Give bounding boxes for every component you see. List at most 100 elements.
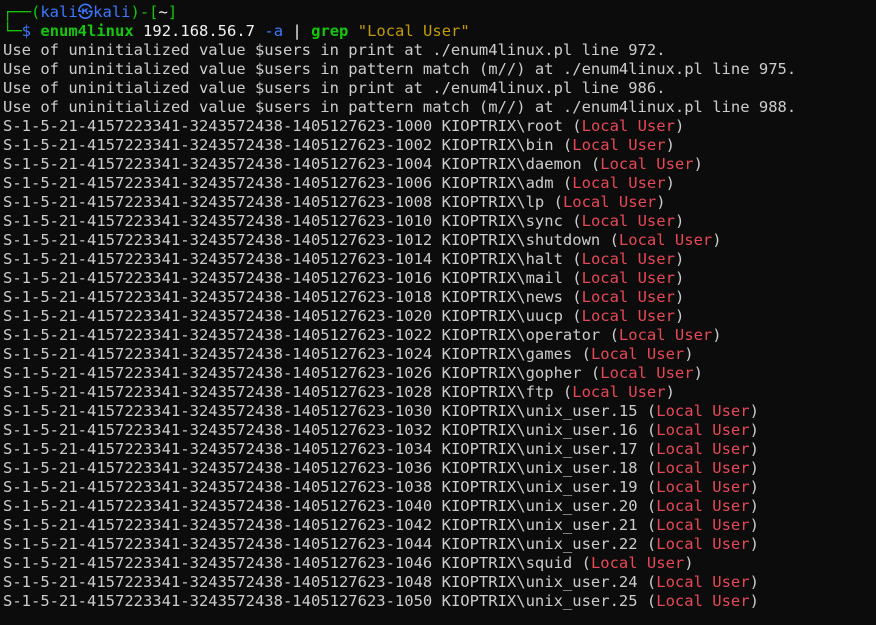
local-user-label: Local User [562, 193, 657, 211]
user-sid: S-1-5-21-4157223341-3243572438-140512762… [3, 478, 433, 496]
command-grep: grep [311, 22, 349, 40]
user-line: S-1-5-21-4157223341-3243572438-140512762… [3, 459, 759, 477]
terminal-window[interactable]: ┌──(kali㉿kali)-[~] └─$ enum4linux 192.16… [0, 0, 876, 625]
user-sid: S-1-5-21-4157223341-3243572438-140512762… [3, 212, 433, 230]
command-pipe: | [292, 22, 302, 40]
user-name: KIOPTRIX\sync [441, 212, 563, 230]
local-user-label: Local User [581, 307, 675, 325]
user-line: S-1-5-21-4157223341-3243572438-140512762… [3, 478, 759, 496]
local-user-label: Local User [656, 459, 750, 477]
user-name: KIOPTRIX\mail [441, 269, 563, 287]
user-sid: S-1-5-21-4157223341-3243572438-140512762… [3, 421, 433, 439]
user-sid: S-1-5-21-4157223341-3243572438-140512762… [3, 592, 433, 610]
user-name: KIOPTRIX\unix_user.22 [441, 535, 638, 553]
user-sid: S-1-5-21-4157223341-3243572438-140512762… [3, 193, 433, 211]
local-user-label: Local User [656, 516, 750, 534]
user-name: KIOPTRIX\unix_user.21 [441, 516, 638, 534]
local-user-label: Local User [600, 155, 694, 173]
local-user-label: Local User [581, 250, 675, 268]
user-output: S-1-5-21-4157223341-3243572438-140512762… [3, 117, 876, 611]
user-line: S-1-5-21-4157223341-3243572438-140512762… [3, 117, 685, 135]
local-user-label: Local User [590, 345, 685, 363]
user-sid: S-1-5-21-4157223341-3243572438-140512762… [3, 402, 433, 420]
command-grep-pattern: "Local User" [357, 22, 470, 40]
user-name: KIOPTRIX\uucp [441, 307, 563, 325]
user-line: S-1-5-21-4157223341-3243572438-140512762… [3, 231, 722, 249]
local-user-label: Local User [581, 269, 675, 287]
command-arg-flag: -a [264, 22, 284, 40]
user-line: S-1-5-21-4157223341-3243572438-140512762… [3, 421, 759, 439]
local-user-label: Local User [656, 421, 750, 439]
prompt-user: kali [40, 3, 78, 21]
user-line: S-1-5-21-4157223341-3243572438-140512762… [3, 193, 666, 211]
user-name: KIOPTRIX\lp [441, 193, 545, 211]
user-line: S-1-5-21-4157223341-3243572438-140512762… [3, 345, 694, 363]
user-sid: S-1-5-21-4157223341-3243572438-140512762… [3, 535, 433, 553]
user-line: S-1-5-21-4157223341-3243572438-140512762… [3, 573, 759, 591]
user-name: KIOPTRIX\unix_user.17 [441, 440, 638, 458]
user-sid: S-1-5-21-4157223341-3243572438-140512762… [3, 307, 433, 325]
user-line: S-1-5-21-4157223341-3243572438-140512762… [3, 288, 685, 306]
user-line: S-1-5-21-4157223341-3243572438-140512762… [3, 212, 685, 230]
local-user-label: Local User [656, 497, 750, 515]
user-line: S-1-5-21-4157223341-3243572438-140512762… [3, 269, 685, 287]
user-name: KIOPTRIX\unix_user.15 [441, 402, 638, 420]
user-line: S-1-5-21-4157223341-3243572438-140512762… [3, 383, 675, 401]
command-name: enum4linux [40, 22, 134, 40]
user-sid: S-1-5-21-4157223341-3243572438-140512762… [3, 269, 433, 287]
user-line: S-1-5-21-4157223341-3243572438-140512762… [3, 136, 675, 154]
command-line[interactable]: └─$ enum4linux 192.168.56.7 -a | grep "L… [3, 22, 876, 41]
local-user-label: Local User [656, 440, 750, 458]
prompt-host: kali [93, 3, 131, 21]
local-user-label: Local User [590, 554, 685, 572]
user-name: KIOPTRIX\squid [441, 554, 573, 572]
warning-line: Use of uninitialized value $users in pat… [3, 98, 797, 116]
user-sid: S-1-5-21-4157223341-3243572438-140512762… [3, 136, 433, 154]
user-sid: S-1-5-21-4157223341-3243572438-140512762… [3, 364, 433, 382]
user-name: KIOPTRIX\root [441, 117, 563, 135]
user-name: KIOPTRIX\halt [441, 250, 563, 268]
local-user-label: Local User [618, 326, 713, 344]
user-sid: S-1-5-21-4157223341-3243572438-140512762… [3, 497, 433, 515]
local-user-label: Local User [581, 117, 675, 135]
user-sid: S-1-5-21-4157223341-3243572438-140512762… [3, 554, 433, 572]
user-sid: S-1-5-21-4157223341-3243572438-140512762… [3, 383, 433, 401]
user-line: S-1-5-21-4157223341-3243572438-140512762… [3, 516, 759, 534]
user-line: S-1-5-21-4157223341-3243572438-140512762… [3, 440, 759, 458]
warning-line: Use of uninitialized value $users in pri… [3, 79, 666, 97]
user-sid: S-1-5-21-4157223341-3243572438-140512762… [3, 516, 433, 534]
user-sid: S-1-5-21-4157223341-3243572438-140512762… [3, 573, 433, 591]
user-name: KIOPTRIX\gopher [441, 364, 582, 382]
user-name: KIOPTRIX\unix_user.24 [441, 573, 638, 591]
user-sid: S-1-5-21-4157223341-3243572438-140512762… [3, 155, 433, 173]
user-name: KIOPTRIX\unix_user.19 [441, 478, 638, 496]
user-name: KIOPTRIX\unix_user.18 [441, 459, 638, 477]
user-name: KIOPTRIX\shutdown [441, 231, 601, 249]
command-arg-ip: 192.168.56.7 [143, 22, 256, 40]
user-name: KIOPTRIX\operator [441, 326, 601, 344]
user-sid: S-1-5-21-4157223341-3243572438-140512762… [3, 231, 433, 249]
local-user-label: Local User [572, 383, 666, 401]
warning-line: Use of uninitialized value $users in pri… [3, 41, 666, 59]
user-line: S-1-5-21-4157223341-3243572438-140512762… [3, 535, 759, 553]
user-line: S-1-5-21-4157223341-3243572438-140512762… [3, 554, 694, 572]
user-line: S-1-5-21-4157223341-3243572438-140512762… [3, 592, 759, 610]
local-user-label: Local User [572, 136, 666, 154]
user-name: KIOPTRIX\unix_user.25 [441, 592, 638, 610]
user-sid: S-1-5-21-4157223341-3243572438-140512762… [3, 345, 433, 363]
user-name: KIOPTRIX\ftp [441, 383, 554, 401]
user-name: KIOPTRIX\daemon [441, 155, 582, 173]
user-sid: S-1-5-21-4157223341-3243572438-140512762… [3, 440, 433, 458]
local-user-label: Local User [600, 364, 694, 382]
user-sid: S-1-5-21-4157223341-3243572438-140512762… [3, 117, 433, 135]
local-user-label: Local User [656, 573, 750, 591]
user-sid: S-1-5-21-4157223341-3243572438-140512762… [3, 174, 433, 192]
local-user-label: Local User [572, 174, 666, 192]
user-line: S-1-5-21-4157223341-3243572438-140512762… [3, 402, 759, 420]
user-line: S-1-5-21-4157223341-3243572438-140512762… [3, 174, 675, 192]
prompt-frame-bottom: └─ [3, 22, 22, 40]
local-user-label: Local User [656, 592, 750, 610]
local-user-label: Local User [618, 231, 713, 249]
user-line: S-1-5-21-4157223341-3243572438-140512762… [3, 364, 703, 382]
prompt-cwd: ~ [158, 3, 168, 21]
